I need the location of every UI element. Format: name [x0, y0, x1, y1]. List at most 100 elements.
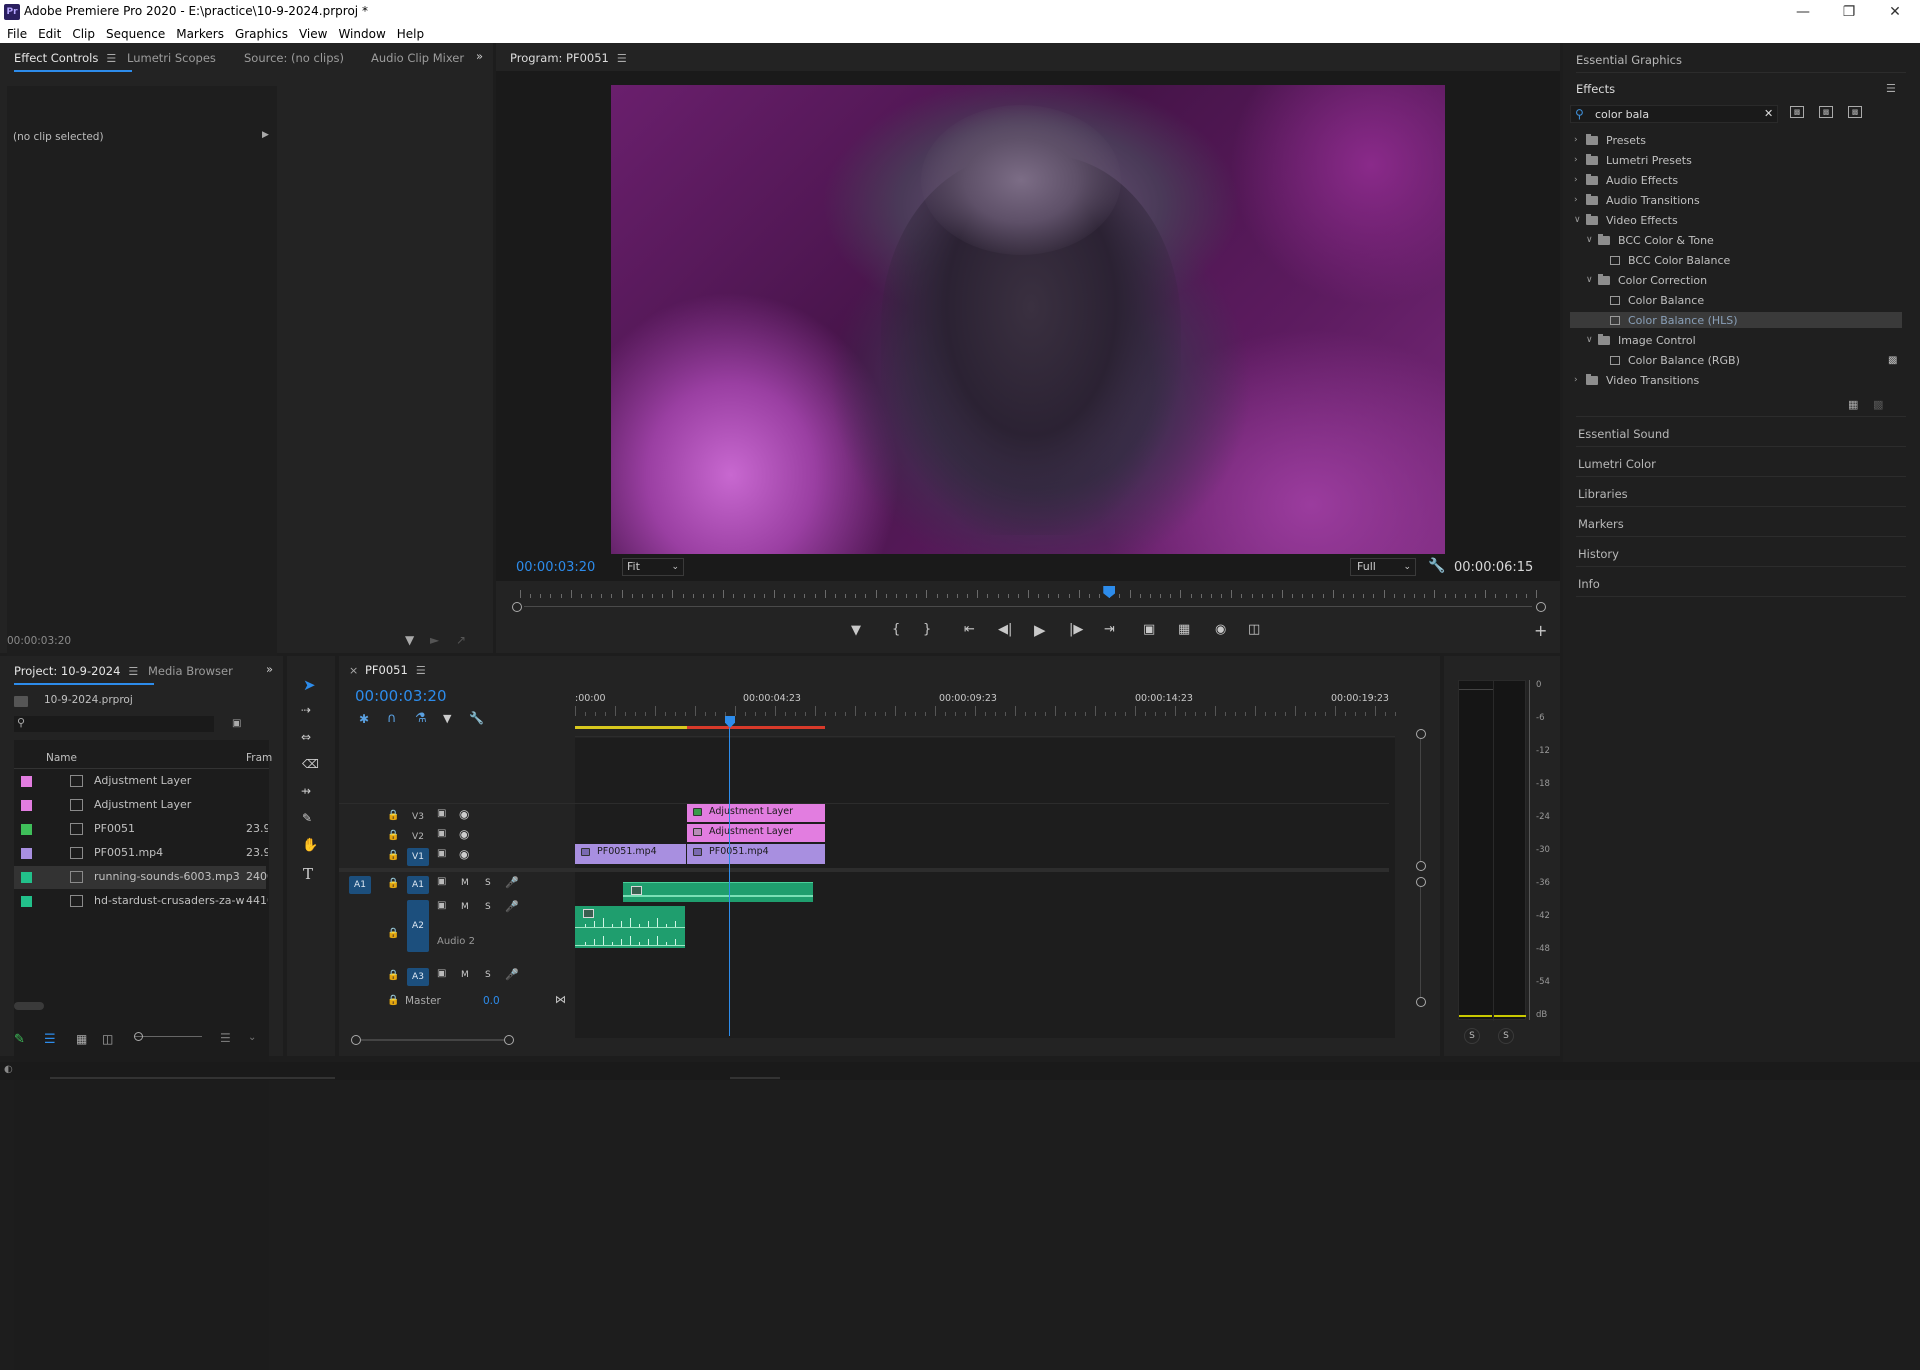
button-editor-plus-icon[interactable]: + [1534, 621, 1547, 640]
effects-menu-icon[interactable]: ☰ [1886, 82, 1896, 95]
menu-window[interactable]: Window [338, 27, 385, 41]
effects-tree-item[interactable]: ∨ Video Effects [1570, 212, 1902, 228]
label-color-swatch[interactable] [21, 776, 32, 787]
step-back-icon[interactable]: ◀| [998, 622, 1012, 637]
mark-in-icon[interactable]: { [892, 622, 900, 637]
sort-icon[interactable]: ☰ [220, 1031, 231, 1045]
sync-lock-icon[interactable]: ▣ [437, 876, 446, 887]
lock-icon[interactable]: 🔒 [387, 810, 399, 821]
effects-tree-item[interactable]: › Audio Transitions [1570, 192, 1902, 208]
effects-tree-item[interactable]: › Lumetri Presets [1570, 152, 1902, 168]
zoom-slider-handle[interactable] [134, 1032, 143, 1041]
menu-view[interactable]: View [299, 27, 327, 41]
mute-button[interactable]: M [461, 970, 469, 980]
lock-icon[interactable]: 🔒 [387, 878, 399, 889]
minimize-icon[interactable]: — [1780, 0, 1826, 24]
step-forward-icon[interactable]: |▶ [1069, 622, 1083, 637]
lift-icon[interactable]: ▣ [1143, 622, 1155, 637]
sync-lock-icon[interactable]: ▣ [437, 900, 446, 911]
effects-search-box[interactable]: ⚲ color bala ✕ [1570, 105, 1778, 123]
timeline-timecode[interactable]: 00:00:03:20 [355, 687, 447, 705]
tab-audio-clip-mixer[interactable]: Audio Clip Mixer [371, 51, 464, 65]
ripple-edit-tool-icon[interactable]: ⇔ [301, 730, 311, 744]
effects-search-input[interactable]: color bala [1595, 108, 1649, 121]
sync-lock-icon[interactable]: ▣ [437, 808, 446, 819]
menu-edit[interactable]: Edit [38, 27, 61, 41]
zoom-handle-right[interactable] [504, 1035, 514, 1045]
list-view-icon[interactable]: ☰ [44, 1032, 56, 1047]
sync-lock-icon[interactable]: ▣ [437, 968, 446, 979]
track-a3-label[interactable]: A3 [407, 968, 429, 986]
project-item[interactable]: PF0051 23.9 [14, 818, 268, 841]
sync-lock-icon[interactable]: ▣ [437, 828, 446, 839]
overflow-tabs-icon[interactable]: » [476, 49, 483, 63]
clip-adjustment-layer-v2[interactable]: Adjustment Layer [687, 824, 825, 842]
solo-button[interactable]: S [485, 970, 491, 980]
libraries-section[interactable]: Libraries [1578, 487, 1628, 501]
track-a2-label[interactable]: A2 [407, 900, 429, 952]
essential-graphics-header[interactable]: Essential Graphics [1576, 53, 1682, 67]
markers-section[interactable]: Markers [1578, 517, 1624, 531]
32bit-effects-icon[interactable]: ▩ [1819, 106, 1833, 118]
chevron-right-icon[interactable]: › [1574, 175, 1586, 185]
solo-right-button[interactable]: S [1498, 1028, 1514, 1044]
effects-tree-item[interactable]: Color Balance [1570, 292, 1902, 308]
comparison-view-icon[interactable]: ◫ [1248, 622, 1260, 637]
status-scrollbar[interactable] [50, 1077, 335, 1079]
close-icon[interactable]: ✕ [1872, 0, 1918, 24]
microphone-icon[interactable]: 🎤 [505, 876, 519, 889]
effects-tree-item[interactable]: Color Balance (HLS) [1570, 312, 1902, 328]
chevron-down-icon[interactable]: ∨ [1586, 275, 1598, 285]
effects-tree-item[interactable]: ∨ Color Correction [1570, 272, 1902, 288]
project-item[interactable]: running-sounds-6003.mp3 2400 [14, 866, 268, 889]
eye-icon[interactable]: ◉ [459, 827, 469, 841]
clip-pf0051-v1-b[interactable]: PF0051.mp4 [687, 844, 825, 864]
scroll-handle[interactable] [1416, 997, 1426, 1007]
chevron-right-icon[interactable]: › [1574, 155, 1586, 165]
effects-tree-item[interactable]: ∨ Image Control [1570, 332, 1902, 348]
lock-icon[interactable]: 🔒 [387, 850, 399, 861]
yuv-effects-icon[interactable]: ▩ [1848, 106, 1862, 118]
mark-out-icon[interactable]: } [923, 622, 931, 637]
clip-pf0051-v1-a[interactable]: PF0051.mp4 [575, 844, 686, 864]
go-to-in-icon[interactable]: ⇤ [964, 622, 975, 637]
track-select-tool-icon[interactable]: ⇢ [301, 703, 311, 717]
track-v3-label[interactable]: V3 [407, 808, 429, 826]
sync-lock-icon[interactable]: ▣ [437, 848, 446, 859]
tab-source[interactable]: Source: (no clips) [244, 51, 344, 65]
project-horizontal-scrollbar[interactable] [14, 1002, 44, 1010]
solo-button[interactable]: S [485, 878, 491, 888]
maximize-icon[interactable]: ❐ [1826, 0, 1872, 24]
info-section[interactable]: Info [1578, 577, 1600, 591]
menu-markers[interactable]: Markers [176, 27, 224, 41]
program-menu-icon[interactable]: ☰ [617, 52, 627, 65]
solo-button[interactable]: S [485, 902, 491, 912]
timeline-zoom-bar[interactable] [361, 1039, 504, 1041]
panel-menu-icon[interactable]: ☰ [106, 52, 116, 65]
video-audio-divider[interactable] [339, 868, 1389, 872]
sequence-menu-icon[interactable]: ☰ [416, 664, 426, 677]
effects-panel-title[interactable]: Effects [1576, 82, 1615, 96]
chevron-right-icon[interactable]: › [1574, 195, 1586, 205]
clip-audio-a2[interactable] [575, 906, 685, 948]
tab-effect-controls[interactable]: Effect Controls ☰ [14, 51, 133, 72]
hand-tool-icon[interactable]: ✋ [302, 838, 318, 853]
pencil-icon[interactable]: ✎ [14, 1032, 25, 1047]
chevron-down-icon[interactable]: ⌄ [248, 1032, 256, 1043]
scroll-handle[interactable] [1416, 729, 1426, 739]
filter-icon[interactable]: ▼ [405, 633, 414, 647]
close-sequence-icon[interactable]: × [349, 664, 358, 677]
project-item[interactable]: Adjustment Layer [14, 794, 266, 817]
effects-tree-item[interactable]: › Audio Effects [1570, 172, 1902, 188]
history-section[interactable]: History [1578, 547, 1619, 561]
fit-dropdown[interactable]: Fit ⌄ [622, 558, 684, 576]
menu-sequence[interactable]: Sequence [106, 27, 165, 41]
label-color-swatch[interactable] [21, 896, 32, 907]
snap-magnet-icon[interactable]: ∩ [387, 711, 397, 726]
selection-tool-icon[interactable]: ➤ [303, 676, 316, 694]
effects-tree-item[interactable]: BCC Color Balance [1570, 252, 1902, 268]
eye-icon[interactable]: ◉ [459, 847, 469, 861]
project-item[interactable]: hd-stardust-crusaders-za-w4410 [14, 890, 268, 913]
project-item[interactable]: Adjustment Layer [14, 770, 266, 793]
lock-icon[interactable]: 🔒 [387, 970, 399, 981]
